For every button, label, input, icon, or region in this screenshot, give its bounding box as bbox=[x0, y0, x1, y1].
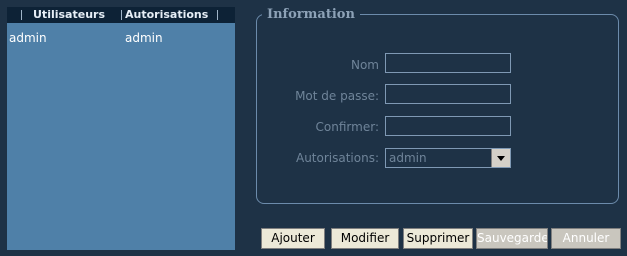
information-legend: Information bbox=[262, 6, 360, 24]
user-autorisation-cell: admin bbox=[125, 31, 163, 45]
chevron-down-icon[interactable] bbox=[491, 149, 510, 167]
list-header: Utilisateurs Autorisations bbox=[7, 7, 235, 23]
password-label: Mot de passe: bbox=[295, 89, 379, 103]
confirm-label: Confirmer: bbox=[315, 120, 379, 134]
supprimer-button[interactable]: Supprimer bbox=[403, 228, 473, 249]
column-separator bbox=[21, 10, 22, 20]
confirm-password-field[interactable] bbox=[385, 116, 511, 136]
autorisations-select-value: admin bbox=[389, 151, 427, 165]
password-field[interactable] bbox=[385, 84, 511, 104]
user-list[interactable]: Utilisateurs Autorisations admin admin bbox=[7, 7, 235, 250]
column-header-autorisations[interactable]: Autorisations bbox=[125, 7, 208, 23]
user-name-cell: admin bbox=[9, 31, 47, 45]
sauvegarder-button[interactable]: Sauvegarder bbox=[476, 228, 548, 249]
column-separator bbox=[121, 10, 122, 20]
ajouter-button[interactable]: Ajouter bbox=[261, 228, 325, 249]
nom-field[interactable] bbox=[385, 53, 511, 73]
column-header-users[interactable]: Utilisateurs bbox=[33, 7, 105, 23]
annuler-button[interactable]: Annuler bbox=[551, 228, 621, 249]
autorisations-label: Autorisations: bbox=[295, 151, 379, 165]
information-group bbox=[256, 14, 619, 204]
list-item[interactable]: admin admin bbox=[7, 30, 235, 46]
nom-label: Nom bbox=[350, 58, 379, 72]
modifier-button[interactable]: Modifier bbox=[331, 228, 399, 249]
column-separator bbox=[217, 10, 218, 20]
autorisations-select[interactable]: admin bbox=[385, 148, 511, 168]
